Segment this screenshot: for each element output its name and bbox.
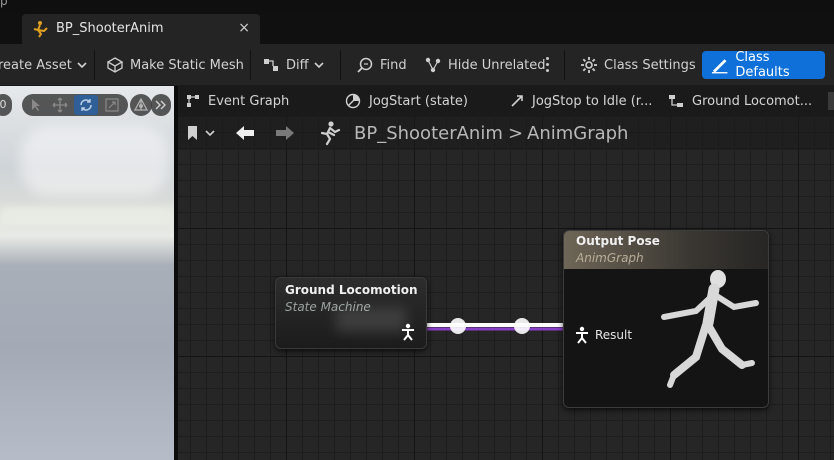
double-chevron-right-icon[interactable] xyxy=(153,97,169,113)
graph-icon xyxy=(187,95,199,107)
mannequin-pose-preview xyxy=(661,270,759,388)
viewport-scene-blur xyxy=(20,126,170,196)
state-icon xyxy=(345,93,361,109)
document-tab-label: BP_ShooterAnim xyxy=(56,21,164,36)
create-asset-label: reate Asset xyxy=(0,57,72,73)
chevron-down-icon xyxy=(77,62,87,69)
close-icon[interactable]: × xyxy=(238,20,250,36)
class-settings-button[interactable]: Class Settings xyxy=(580,44,696,86)
ground-locomotion-node[interactable]: Ground Locomotion State Machine xyxy=(275,277,427,349)
transition-icon xyxy=(511,95,523,107)
hide-unrelated-icon xyxy=(425,57,441,73)
tab-ground-locomotion-label: Ground Locomot... xyxy=(692,93,813,109)
class-defaults-label: Class Defaults xyxy=(735,50,790,80)
scale-mode-icon[interactable] xyxy=(104,97,120,113)
world-local-icon[interactable] xyxy=(133,97,149,113)
preview-viewport[interactable] xyxy=(0,86,174,460)
tab-jogstop-transition[interactable]: JogStop to Idle (r... xyxy=(510,86,652,116)
document-tab-row: BP_ShooterAnim × xyxy=(0,14,834,44)
document-tab-bp-shooteranim[interactable]: BP_ShooterAnim × xyxy=(22,14,260,44)
graph-tab-row: Event Graph JogStart (state) JogStop to … xyxy=(178,86,834,116)
diff-icon xyxy=(264,59,278,71)
node-title: Ground Locomotion xyxy=(285,283,418,297)
tab-event-graph-label: Event Graph xyxy=(208,93,290,109)
diff-button[interactable]: Diff xyxy=(262,44,325,86)
create-asset-button[interactable]: reate Asset xyxy=(0,44,88,86)
gear-icon xyxy=(581,57,597,73)
tab-event-graph[interactable]: Event Graph xyxy=(186,86,289,116)
tab-ground-locomotion[interactable]: Ground Locomot... xyxy=(668,86,812,116)
chevron-down-icon xyxy=(314,62,324,69)
wire-pulse-dot xyxy=(450,318,466,334)
anim-blueprint-icon xyxy=(33,21,48,38)
node-preview-blur xyxy=(336,308,406,332)
editor-toolbar: reate Asset Make Static Mesh Diff Find H… xyxy=(0,44,834,86)
tab-overflow-scrollbar[interactable] xyxy=(828,92,834,110)
menu-bar: p xyxy=(0,0,834,14)
toolbar-separator xyxy=(564,50,565,80)
select-mode-icon[interactable] xyxy=(28,97,44,113)
translate-mode-icon[interactable] xyxy=(52,97,68,113)
pose-input-pin-icon[interactable] xyxy=(574,326,590,344)
tab-jogstart-label: JogStart (state) xyxy=(369,93,469,109)
rotate-mode-icon[interactable] xyxy=(78,97,94,113)
state-machine-icon xyxy=(669,95,683,107)
find-icon xyxy=(357,57,373,73)
node-title: Output Pose xyxy=(576,234,660,248)
tab-jogstop-label: JogStop to Idle (r... xyxy=(532,93,653,109)
toolbar-separator xyxy=(340,50,341,80)
node-subtitle: AnimGraph xyxy=(576,251,644,265)
hide-unrelated-label: Hide Unrelated xyxy=(448,57,546,73)
wire-pulse-dot xyxy=(514,318,530,334)
viewport-scene-blur xyxy=(0,206,174,226)
hide-unrelated-button[interactable]: Hide Unrelated xyxy=(424,44,546,86)
more-options-icon[interactable] xyxy=(544,56,552,74)
result-pin-label: Result xyxy=(595,328,633,342)
find-label: Find xyxy=(380,57,407,73)
class-defaults-icon xyxy=(711,59,728,74)
class-settings-label: Class Settings xyxy=(604,57,696,73)
make-static-mesh-label: Make Static Mesh xyxy=(130,57,244,73)
static-mesh-icon xyxy=(106,57,124,73)
find-button[interactable]: Find xyxy=(356,44,407,86)
toolbar-separator xyxy=(250,50,251,80)
toolbar-separator xyxy=(94,50,95,80)
make-static-mesh-button[interactable]: Make Static Mesh xyxy=(106,44,244,86)
diff-label: Diff xyxy=(286,57,309,73)
node-header: Output Pose AnimGraph xyxy=(564,231,768,269)
class-defaults-button[interactable]: Class Defaults xyxy=(702,50,825,80)
tab-jogstart-state[interactable]: JogStart (state) xyxy=(345,86,468,116)
menu-fragment[interactable]: p xyxy=(0,0,8,8)
pose-output-pin-icon[interactable] xyxy=(400,323,416,341)
anim-graph-canvas[interactable]: BP_ShooterAnim > AnimGraph Ground Locomo… xyxy=(178,116,834,460)
output-pose-node[interactable]: Output Pose AnimGraph Result xyxy=(563,230,769,408)
